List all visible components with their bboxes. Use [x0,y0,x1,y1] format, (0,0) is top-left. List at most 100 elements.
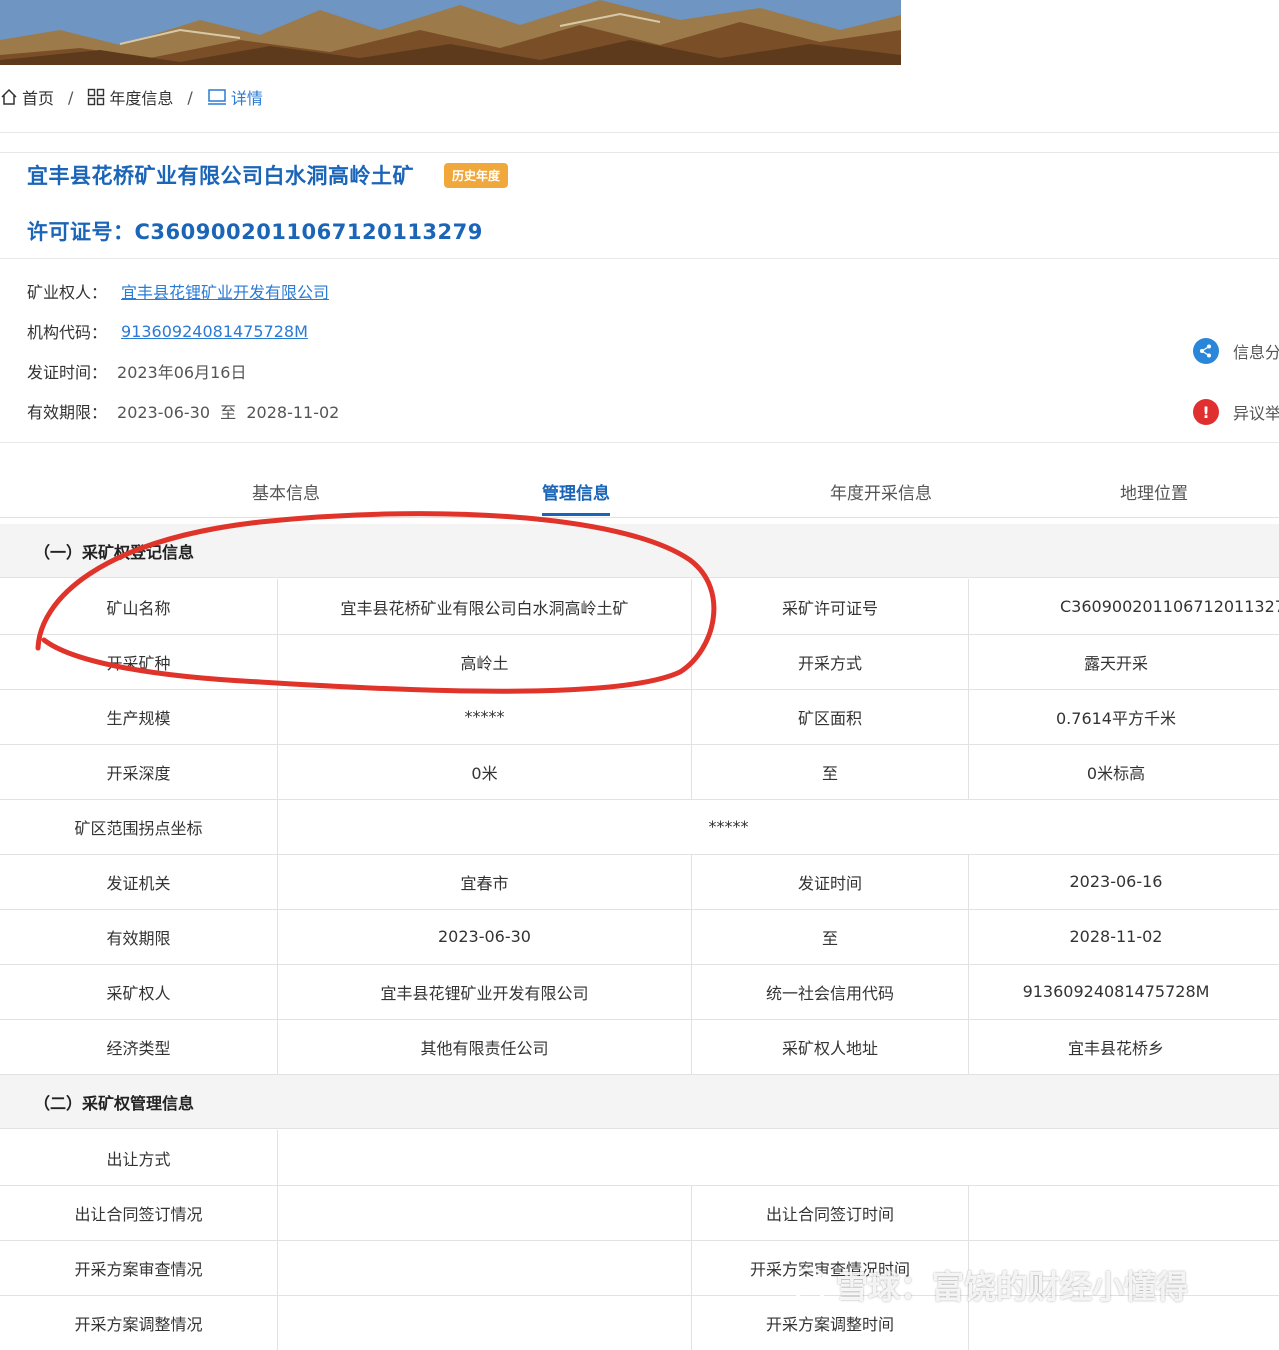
divider [0,152,1279,153]
watermark: 雪球：富饶的财经小懂得 [790,1262,1188,1308]
field-value: 宜春市 [278,854,692,909]
table-row: 出让方式 [0,1130,1279,1186]
field-label: 开采方式 [692,634,969,689]
issue-date-label: 发证时间： [27,363,108,382]
field-label: 出让合同签订情况 [0,1185,278,1240]
divider [0,258,1279,259]
history-year-badge: 历史年度 [444,162,509,188]
org-code-label: 机构代码： [27,323,108,342]
license-label: 许可证号： [27,220,135,244]
field-value [278,1240,692,1295]
field-label: 至 [692,909,969,964]
field-label: 矿区范围拐点坐标 [0,799,278,854]
share-info-label: 信息分 [1233,343,1279,362]
org-code-row: 机构代码： 91360924081475728M [27,319,308,343]
field-label: 出让方式 [0,1130,278,1185]
field-label: 采矿权人地址 [692,1019,969,1074]
holder-row: 矿业权人： 宜丰县花锂矿业开发有限公司 [27,279,329,303]
field-value: 宜丰县花桥矿业有限公司白水洞高岭土矿 [278,579,692,634]
field-label: 采矿许可证号 [692,579,969,634]
holder-label: 矿业权人： [27,283,108,302]
license-number: C3609002011067120113279 [134,220,483,244]
table-row: 开采深度 0米 至 0米标高 [0,744,1279,800]
share-info-button[interactable]: 信息分 [1193,338,1279,364]
field-value: 0米 [278,744,692,799]
mine-title-line: 宜丰县花桥矿业有限公司白水洞高岭土矿 历史年度 [27,160,509,190]
field-label: 统一社会信用代码 [692,964,969,1019]
table-row: 有效期限 2023-06-30 至 2028-11-02 [0,909,1279,965]
section-registration-header: （一）采矿权登记信息 [0,524,1279,578]
field-label: 开采方案调整情况 [0,1295,278,1350]
share-icon [1193,338,1219,364]
breadcrumb-separator: / [187,87,193,107]
table-row: 经济类型 其他有限责任公司 采矿权人地址 宜丰县花桥乡 [0,1019,1279,1075]
field-label: 开采深度 [0,744,278,799]
field-label: 发证机关 [0,854,278,909]
breadcrumb-home-label: 首页 [22,89,55,108]
field-value: 2023-06-16 [1069,872,1163,891]
grid-icon [88,88,105,106]
field-value: 高岭土 [278,634,692,689]
field-value: 2023-06-30 [278,909,692,964]
field-value: 露天开采 [1083,653,1148,673]
field-value [278,1185,692,1240]
field-label: 开采方案审查情况 [0,1240,278,1295]
tab-bar: 基本信息 管理信息 年度开采信息 地理位置 [0,465,1279,518]
snowball-logo-icon [792,1267,828,1303]
dispute-report-button[interactable]: ! 异议举 [1193,399,1279,425]
field-label: 开采矿种 [0,634,278,689]
breadcrumb: 首页 / 年度信息 / 详情 [0,84,263,110]
tab-basic-info[interactable]: 基本信息 [252,479,320,504]
table-row: 矿区范围拐点坐标 ***** [0,799,1279,855]
field-label: 经济类型 [0,1019,278,1074]
field-label: 矿区面积 [692,689,969,744]
alert-icon: ! [1193,399,1219,425]
issue-date-value: 2023年06月16日 [117,363,247,382]
field-label: 至 [692,744,969,799]
field-value: ***** [708,817,749,836]
breadcrumb-annual[interactable]: 年度信息 [87,85,173,109]
tab-annual-mining-info[interactable]: 年度开采信息 [830,479,932,504]
breadcrumb-home[interactable]: 首页 [0,85,54,109]
table-row: 矿山名称 宜丰县花桥矿业有限公司白水洞高岭土矿 采矿许可证号 C36090020… [0,579,1279,635]
field-label: 有效期限 [0,909,278,964]
section-management-header: （二）采矿权管理信息 [0,1075,1279,1129]
field-value: ***** [278,689,692,744]
field-value: 其他有限责任公司 [278,1019,692,1074]
field-label: 发证时间 [692,854,969,909]
field-label: 采矿权人 [0,964,278,1019]
table-row: 生产规模 ***** 矿区面积 0.7614平方千米 [0,689,1279,745]
valid-period-label: 有效期限： [27,403,108,422]
field-value: C3609002011067120113279 [1060,597,1279,616]
table-row: 开采矿种 高岭土 开采方式 露天开采 [0,634,1279,690]
table-row: 采矿权人 宜丰县花锂矿业开发有限公司 统一社会信用代码 913609240814… [0,964,1279,1020]
breadcrumb-detail: 详情 [207,85,263,109]
breadcrumb-separator: / [68,87,74,107]
field-label: 出让合同签订时间 [692,1185,969,1240]
field-value [278,1295,692,1350]
field-label: 生产规模 [0,689,278,744]
monitor-icon [207,89,226,105]
field-value: 2028-11-02 [1069,927,1163,946]
field-value: 宜丰县花锂矿业开发有限公司 [278,964,692,1019]
divider [0,132,1279,133]
valid-period-value: 2023-06-30 至 2028-11-02 [117,403,340,422]
license-number-line: 许可证号：C3609002011067120113279 [27,216,483,246]
valid-period-row: 有效期限： 2023-06-30 至 2028-11-02 [27,399,339,423]
field-value: 宜丰县花桥乡 [1067,1038,1164,1058]
org-code-link[interactable]: 91360924081475728M [121,322,308,341]
field-value [969,1185,1279,1240]
table-row: 发证机关 宜春市 发证时间 2023-06-16 [0,854,1279,910]
field-value: 91360924081475728M [1022,982,1210,1001]
table-row: 出让合同签订情况 出让合同签订时间 [0,1185,1279,1241]
tab-geo-location[interactable]: 地理位置 [1120,479,1188,504]
field-value: 0.7614平方千米 [1056,708,1176,728]
field-value [278,1130,1279,1185]
home-icon [1,88,17,105]
holder-link[interactable]: 宜丰县花锂矿业开发有限公司 [121,279,329,303]
watermark-text: 雪球：富饶的财经小懂得 [836,1268,1189,1306]
issue-date-row: 发证时间： 2023年06月16日 [27,359,246,383]
tab-management-info[interactable]: 管理信息 [542,479,610,516]
mine-title: 宜丰县花桥矿业有限公司白水洞高岭土矿 [27,164,414,188]
banner-image [0,0,901,65]
